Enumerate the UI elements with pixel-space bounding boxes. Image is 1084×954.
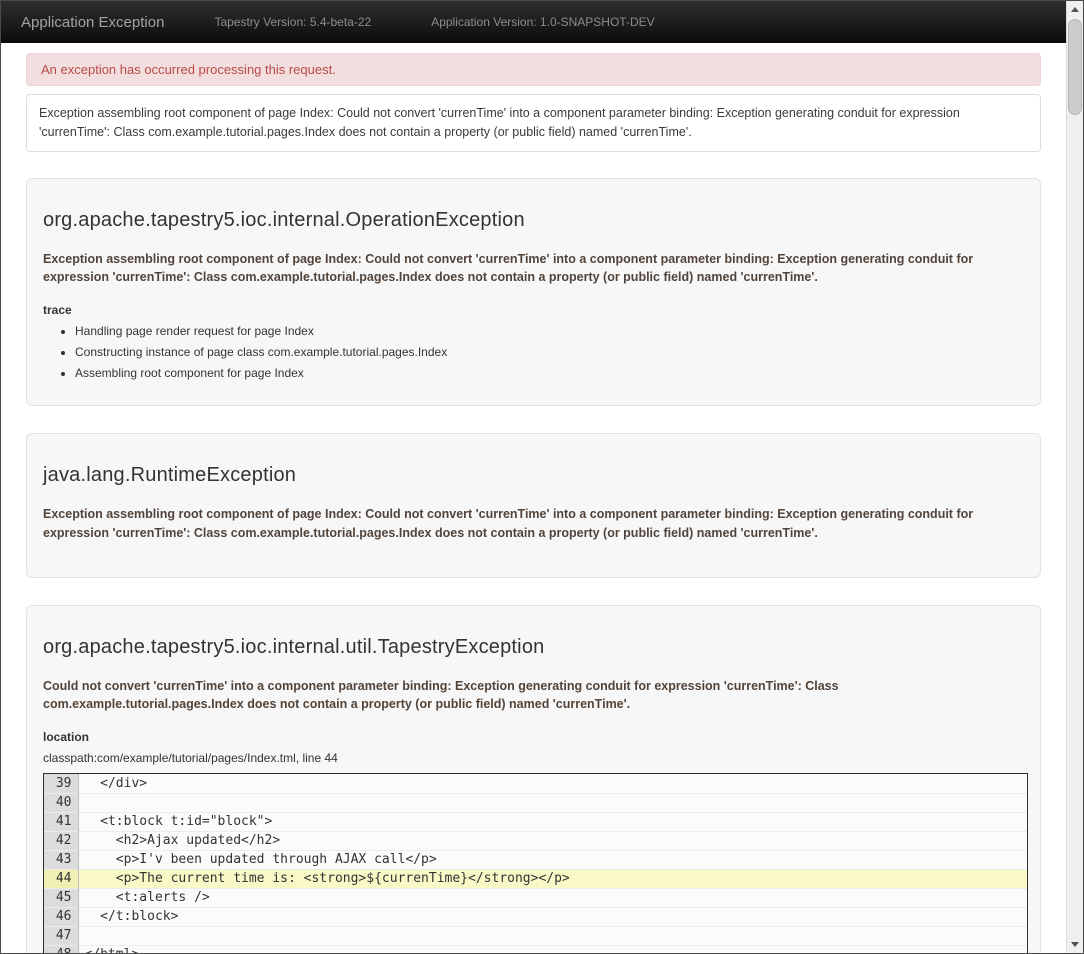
line-number: 44 — [44, 869, 78, 888]
trace-item: Constructing instance of page class com.… — [75, 345, 1024, 359]
exception-message: Exception assembling root component of p… — [43, 505, 1024, 543]
scrollbar-up-button[interactable] — [1067, 1, 1083, 18]
exception-class-name: org.apache.tapestry5.ioc.internal.util.T… — [43, 636, 1024, 659]
source-line: 48</html> — [44, 945, 1027, 953]
line-code: </t:block> — [78, 907, 1027, 926]
source-snippet: 39 </div>4041 <t:block t:id="block">42 <… — [43, 773, 1028, 953]
trace-item: Handling page render request for page In… — [75, 324, 1024, 338]
line-number: 47 — [44, 926, 78, 945]
exception-class-name: java.lang.RuntimeException — [43, 464, 1024, 487]
exception-message: Could not convert 'currenTime' into a co… — [43, 677, 1024, 715]
vertical-scrollbar[interactable] — [1066, 1, 1083, 953]
source-lines: 39 </div>4041 <t:block t:id="block">42 <… — [44, 774, 1027, 953]
line-code: <t:block t:id="block"> — [78, 812, 1027, 831]
location-label: location — [43, 730, 1024, 744]
error-alert-banner: An exception has occurred processing thi… — [26, 53, 1041, 86]
line-code: <p>The current time is: <strong>${curren… — [78, 869, 1027, 888]
trace-list: Handling page render request for page In… — [75, 324, 1024, 380]
line-code: </html> — [78, 945, 1027, 953]
line-number: 45 — [44, 888, 78, 907]
exception-panel-runtime-exception: java.lang.RuntimeException Exception ass… — [26, 433, 1041, 578]
source-table: 39 </div>4041 <t:block t:id="block">42 <… — [44, 774, 1027, 953]
scrollbar-down-button[interactable] — [1067, 936, 1083, 953]
line-number: 41 — [44, 812, 78, 831]
source-line: 47 — [44, 926, 1027, 945]
app-header: Application Exception Tapestry Version: … — [1, 1, 1066, 43]
page-content: An exception has occurred processing thi… — [1, 43, 1066, 953]
line-number: 42 — [44, 831, 78, 850]
source-line: 39 </div> — [44, 774, 1027, 793]
browser-window: Application Exception Tapestry Version: … — [0, 0, 1084, 954]
app-version-label: Application Version: 1.0-SNAPSHOT-DEV — [431, 15, 654, 29]
page-viewport: Application Exception Tapestry Version: … — [1, 1, 1066, 953]
up-arrow-icon — [1071, 7, 1079, 12]
source-line: 41 <t:block t:id="block"> — [44, 812, 1027, 831]
line-number: 39 — [44, 774, 78, 793]
source-line: 45 <t:alerts /> — [44, 888, 1027, 907]
line-code — [78, 926, 1027, 945]
trace-item: Assembling root component for page Index — [75, 366, 1024, 380]
source-line: 46 </t:block> — [44, 907, 1027, 926]
source-line: 40 — [44, 793, 1027, 812]
line-code: <t:alerts /> — [78, 888, 1027, 907]
trace-label: trace — [43, 303, 1024, 317]
line-number: 48 — [44, 945, 78, 953]
line-code: <p>I'v been updated through AJAX call</p… — [78, 850, 1027, 869]
line-number: 46 — [44, 907, 78, 926]
source-line-highlighted: 44 <p>The current time is: <strong>${cur… — [44, 869, 1027, 888]
down-arrow-icon — [1071, 942, 1079, 947]
exception-panel-tapestry-exception: org.apache.tapestry5.ioc.internal.util.T… — [26, 605, 1041, 954]
line-code — [78, 793, 1027, 812]
line-number: 40 — [44, 793, 78, 812]
line-number: 43 — [44, 850, 78, 869]
source-line: 43 <p>I'v been updated through AJAX call… — [44, 850, 1027, 869]
scrollbar-thumb[interactable] — [1068, 19, 1082, 115]
page-title: Application Exception — [21, 14, 164, 31]
exception-summary: Exception assembling root component of p… — [26, 94, 1041, 152]
location-value: classpath:com/example/tutorial/pages/Ind… — [43, 751, 1024, 765]
line-code: <h2>Ajax updated</h2> — [78, 831, 1027, 850]
exception-class-name: org.apache.tapestry5.ioc.internal.Operat… — [43, 209, 1024, 232]
tapestry-version-label: Tapestry Version: 5.4-beta-22 — [214, 15, 371, 29]
exception-panel-operation-exception: org.apache.tapestry5.ioc.internal.Operat… — [26, 178, 1041, 407]
exception-message: Exception assembling root component of p… — [43, 250, 1024, 288]
source-line: 42 <h2>Ajax updated</h2> — [44, 831, 1027, 850]
line-code: </div> — [78, 774, 1027, 793]
